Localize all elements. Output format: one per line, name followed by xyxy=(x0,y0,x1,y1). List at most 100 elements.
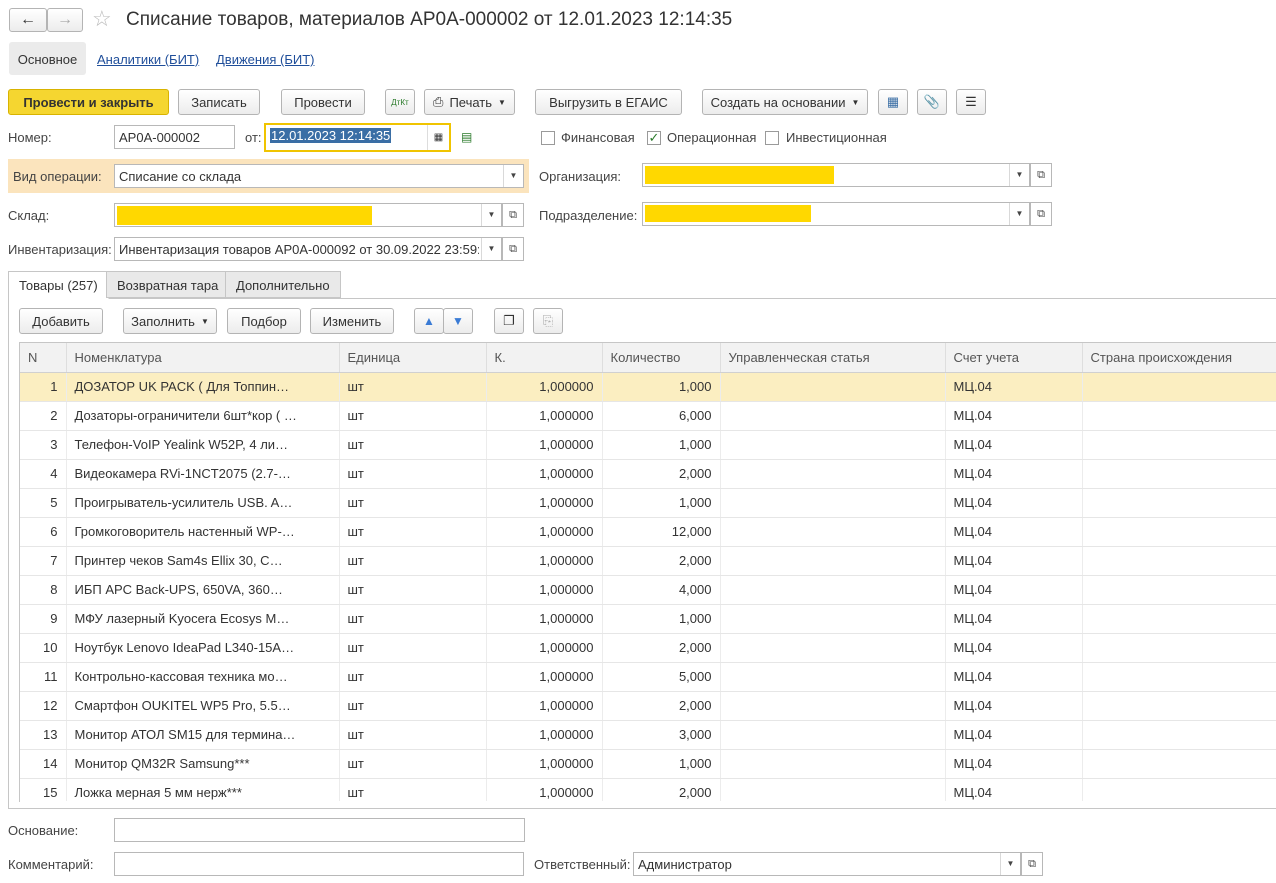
cell-account[interactable]: МЦ.04 xyxy=(945,546,1083,576)
cell-account[interactable]: МЦ.04 xyxy=(945,720,1083,750)
cell-account[interactable]: МЦ.04 xyxy=(945,459,1083,489)
cell-unit[interactable]: шт xyxy=(339,430,487,460)
cell-coefficient[interactable]: 1,000000 xyxy=(486,720,603,750)
cell-n[interactable]: 12 xyxy=(20,691,67,721)
cell-coefficient[interactable]: 1,000000 xyxy=(486,691,603,721)
table-row[interactable]: 9 МФУ лазерный Kyocera Ecosys M… шт 1,00000… xyxy=(20,604,1276,634)
cell-country[interactable] xyxy=(1082,778,1276,801)
cell-country[interactable] xyxy=(1082,488,1276,518)
cell-coefficient[interactable]: 1,000000 xyxy=(486,459,603,489)
cell-unit[interactable]: шт xyxy=(339,459,487,489)
cell-nomenclature[interactable]: Смартфон OUKITEL WP5 Pro, 5.5… xyxy=(66,691,340,721)
cell-country[interactable] xyxy=(1082,517,1276,547)
cell-unit[interactable]: шт xyxy=(339,749,487,779)
cell-quantity[interactable]: 1,000 xyxy=(602,749,721,779)
cell-nomenclature[interactable]: Ложка мерная 5 мм нерж*** xyxy=(66,778,340,801)
cell-nomenclature[interactable]: Дозаторы-ограничители 6шт*кор ( … xyxy=(66,401,340,431)
cell-management-item[interactable] xyxy=(720,720,946,750)
cell-nomenclature[interactable]: Контрольно-кассовая техника мо… xyxy=(66,662,340,692)
cell-coefficient[interactable]: 1,000000 xyxy=(486,575,603,605)
column-header-country[interactable]: Страна происхождения xyxy=(1082,343,1276,373)
cell-management-item[interactable] xyxy=(720,749,946,779)
cell-country[interactable] xyxy=(1082,720,1276,750)
cell-management-item[interactable] xyxy=(720,430,946,460)
responsible-select[interactable]: Администратор ▼ xyxy=(633,852,1021,876)
cell-nomenclature[interactable]: Видеокамера RVi-1NCT2075 (2.7-… xyxy=(66,459,340,489)
cell-coefficient[interactable]: 1,000000 xyxy=(486,488,603,518)
cell-n[interactable]: 15 xyxy=(20,778,67,801)
cell-country[interactable] xyxy=(1082,430,1276,460)
cell-coefficient[interactable]: 1,000000 xyxy=(486,430,603,460)
table-row[interactable]: 5 Проигрыватель-усилитель USB. A… шт 1,0000… xyxy=(20,488,1276,518)
cell-unit[interactable]: шт xyxy=(339,778,487,801)
cell-country[interactable] xyxy=(1082,749,1276,779)
cell-country[interactable] xyxy=(1082,401,1276,431)
cell-management-item[interactable] xyxy=(720,372,946,402)
cell-account[interactable]: МЦ.04 xyxy=(945,488,1083,518)
table-row[interactable]: 13 Монитор АТОЛ SM15 для термина… шт 1,0000… xyxy=(20,720,1276,750)
cell-account[interactable]: МЦ.04 xyxy=(945,778,1083,801)
cell-n[interactable]: 5 xyxy=(20,488,67,518)
column-header-unit[interactable]: Единица xyxy=(339,343,487,373)
cell-quantity[interactable]: 5,000 xyxy=(602,662,721,692)
cell-unit[interactable]: шт xyxy=(339,401,487,431)
column-header-account[interactable]: Счет учета xyxy=(945,343,1083,373)
cell-unit[interactable]: шт xyxy=(339,488,487,518)
column-header-quantity[interactable]: Количество xyxy=(602,343,721,373)
cell-n[interactable]: 6 xyxy=(20,517,67,547)
cell-management-item[interactable] xyxy=(720,633,946,663)
cell-unit[interactable]: шт xyxy=(339,633,487,663)
cell-quantity[interactable]: 3,000 xyxy=(602,720,721,750)
table-row[interactable]: 2 Дозаторы-ограничители 6шт*кор ( … шт 1,00… xyxy=(20,401,1276,431)
cell-country[interactable] xyxy=(1082,662,1276,692)
basis-field[interactable] xyxy=(114,818,525,842)
cell-unit[interactable]: шт xyxy=(339,720,487,750)
cell-account[interactable]: МЦ.04 xyxy=(945,430,1083,460)
cell-coefficient[interactable]: 1,000000 xyxy=(486,517,603,547)
cell-quantity[interactable]: 1,000 xyxy=(602,372,721,402)
cell-management-item[interactable] xyxy=(720,517,946,547)
cell-management-item[interactable] xyxy=(720,691,946,721)
cell-management-item[interactable] xyxy=(720,778,946,801)
cell-country[interactable] xyxy=(1082,633,1276,663)
cell-nomenclature[interactable]: Принтер чеков Sam4s Ellix 30, C… xyxy=(66,546,340,576)
cell-country[interactable] xyxy=(1082,691,1276,721)
cell-account[interactable]: МЦ.04 xyxy=(945,401,1083,431)
cell-n[interactable]: 2 xyxy=(20,401,67,431)
cell-unit[interactable]: шт xyxy=(339,517,487,547)
cell-nomenclature[interactable]: Телефон-VoIP Yealink W52P, 4 ли… xyxy=(66,430,340,460)
cell-management-item[interactable] xyxy=(720,604,946,634)
cell-coefficient[interactable]: 1,000000 xyxy=(486,372,603,402)
cell-coefficient[interactable]: 1,000000 xyxy=(486,662,603,692)
column-header-coefficient[interactable]: К. xyxy=(486,343,603,373)
cell-coefficient[interactable]: 1,000000 xyxy=(486,633,603,663)
table-row[interactable]: 15 Ложка мерная 5 мм нерж*** шт 1,000000 2,0… xyxy=(20,778,1276,801)
cell-account[interactable]: МЦ.04 xyxy=(945,633,1083,663)
cell-quantity[interactable]: 2,000 xyxy=(602,633,721,663)
cell-coefficient[interactable]: 1,000000 xyxy=(486,401,603,431)
table-row[interactable]: 12 Смартфон OUKITEL WP5 Pro, 5.5… шт 1,0000… xyxy=(20,691,1276,721)
cell-quantity[interactable]: 12,000 xyxy=(602,517,721,547)
cell-n[interactable]: 14 xyxy=(20,749,67,779)
cell-management-item[interactable] xyxy=(720,662,946,692)
table-row[interactable]: 8 ИБП APC Back-UPS, 650VA, 360… шт 1,000000… xyxy=(20,575,1276,605)
cell-n[interactable]: 1 xyxy=(20,372,67,402)
cell-n[interactable]: 10 xyxy=(20,633,67,663)
cell-nomenclature[interactable]: Громкоговоритель настенный WP-… xyxy=(66,517,340,547)
cell-country[interactable] xyxy=(1082,546,1276,576)
cell-unit[interactable]: шт xyxy=(339,575,487,605)
cell-quantity[interactable]: 1,000 xyxy=(602,604,721,634)
cell-management-item[interactable] xyxy=(720,575,946,605)
cell-quantity[interactable]: 4,000 xyxy=(602,575,721,605)
cell-unit[interactable]: шт xyxy=(339,691,487,721)
cell-unit[interactable]: шт xyxy=(339,372,487,402)
table-row[interactable]: 4 Видеокамера RVi-1NCT2075 (2.7-… шт 1,0000… xyxy=(20,459,1276,489)
cell-nomenclature[interactable]: Проигрыватель-усилитель USB. A… xyxy=(66,488,340,518)
cell-quantity[interactable]: 6,000 xyxy=(602,401,721,431)
cell-country[interactable] xyxy=(1082,604,1276,634)
cell-nomenclature[interactable]: ИБП APC Back-UPS, 650VA, 360… xyxy=(66,575,340,605)
cell-quantity[interactable]: 2,000 xyxy=(602,691,721,721)
cell-account[interactable]: МЦ.04 xyxy=(945,575,1083,605)
cell-nomenclature[interactable]: МФУ лазерный Kyocera Ecosys M… xyxy=(66,604,340,634)
cell-unit[interactable]: шт xyxy=(339,604,487,634)
